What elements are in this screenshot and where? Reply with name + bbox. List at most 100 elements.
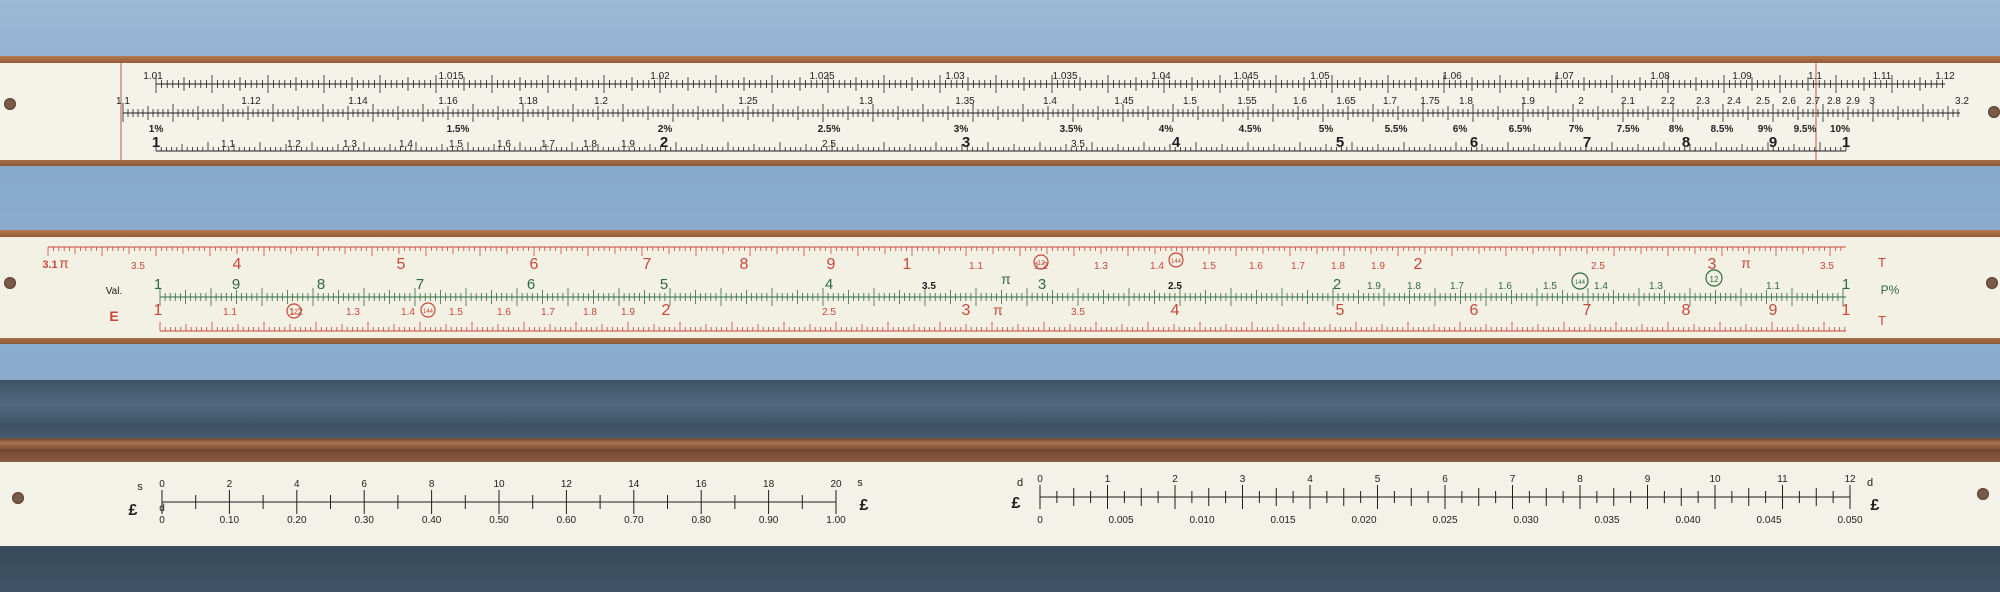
row-b-label: 1.9 [1367, 281, 1381, 292]
row-c-label: 1.3 [346, 307, 360, 318]
row-a-label: 1.035 [1052, 71, 1077, 82]
row-b-label: 1 [1842, 276, 1850, 293]
row-d-label: 3 [962, 134, 970, 151]
d-top-label: 8 [1577, 474, 1583, 485]
row-a-label: 2 [1414, 256, 1423, 273]
row-a-label: 6 [530, 256, 539, 273]
left-pound-label: £ [129, 502, 138, 519]
d-top-label: 7 [1510, 474, 1516, 485]
row-c-label: 1.1 [223, 307, 237, 318]
d-bottom-label: 0.045 [1756, 515, 1781, 526]
row-d-label: 1.8 [583, 139, 597, 150]
row-b-label: 2.9 [1846, 96, 1860, 107]
pi-symbol: π [59, 255, 69, 271]
d-bottom-label: 0.015 [1270, 515, 1295, 526]
row-c-label: 6.5% [1509, 124, 1532, 135]
row-a-label: 1.07 [1554, 71, 1574, 82]
row-d-label: 1.5 [449, 139, 463, 150]
s-bottom-right-label: £ [860, 497, 869, 514]
row-b-label: 1.6 [1498, 281, 1512, 292]
s-top-label: 18 [763, 479, 775, 490]
d-bottom-label: 0.025 [1432, 515, 1457, 526]
row-a-label: 2.5 [1591, 261, 1605, 272]
s-top-label: 8 [429, 479, 435, 490]
row-d-label: 7 [1583, 134, 1591, 151]
row-b-label: 2 [1578, 96, 1584, 107]
row-d-label: 2 [660, 134, 668, 151]
row-a-label: 3.5 [131, 261, 145, 272]
d-top-label: 9 [1645, 474, 1651, 485]
d-top-label: 12 [1844, 474, 1856, 485]
screw-hole-left-3 [12, 492, 24, 504]
row-c-label: 1.9 [621, 307, 635, 318]
d-bottom-label: 0.010 [1189, 515, 1214, 526]
row-b-label: 1.12 [241, 96, 261, 107]
s-bottom-label: 0.30 [354, 515, 374, 526]
d-top-label: 6 [1442, 474, 1448, 485]
s-top-label: 10 [493, 479, 505, 490]
row-b-label: 4 [825, 276, 833, 293]
d-top-label: 3 [1240, 474, 1246, 485]
d-top-label: 0 [1037, 474, 1043, 485]
row-d-label: 2.5 [822, 139, 836, 150]
circled-label: 144 [423, 309, 434, 315]
row-d-label: 1.6 [497, 139, 511, 150]
row-b-label: 3 [1038, 276, 1046, 293]
row-c-label: 1.4 [401, 307, 415, 318]
pi-symbol: π [1001, 271, 1011, 287]
row-b-label: 2.3 [1696, 96, 1710, 107]
circled-label: 12 [1037, 260, 1045, 267]
row-c-label: 2 [662, 302, 671, 319]
row-a-label: 7 [643, 256, 652, 273]
row-b-label: 3 [1869, 96, 1875, 107]
s-bottom-label: 0 [159, 515, 165, 526]
row-b-label: 1.8 [1459, 96, 1473, 107]
strip3-wood [0, 449, 2000, 462]
row-b-label: 1.3 [859, 96, 873, 107]
row-b-label: 3.5 [922, 281, 936, 292]
row-b-label: 8 [317, 276, 325, 293]
row-b-label: 2.6 [1782, 96, 1796, 107]
row-b-label: 1.5 [1183, 96, 1197, 107]
d-top-label: 5 [1375, 474, 1381, 485]
s-bottom-label: 0.80 [691, 515, 711, 526]
s-bottom-label: 0.20 [287, 515, 307, 526]
row-d-label: 1.4 [399, 139, 413, 150]
row-c-label: 7% [1569, 124, 1584, 135]
row-c-label: 5% [1319, 124, 1334, 135]
s-top-label: 4 [294, 479, 300, 490]
pi-symbol: π [993, 302, 1003, 318]
row-d-label: 6 [1470, 134, 1478, 151]
row-d-label: 4 [1172, 134, 1181, 151]
d-top-right-label: d [1867, 477, 1873, 489]
row-a-label: 1.1 [969, 261, 983, 272]
s-bottom-label: 0.90 [759, 515, 779, 526]
row-a-label: 1 [903, 256, 912, 273]
strip2-bottom-edge [0, 338, 2000, 344]
row-b-label: 1.7 [1383, 96, 1397, 107]
row-b-label: 1.14 [348, 96, 368, 107]
s-top-label: 14 [628, 479, 640, 490]
d-bottom-label: 0.050 [1837, 515, 1862, 526]
row-c-label: 8 [1682, 302, 1691, 319]
pi-symbol: π [1741, 255, 1751, 271]
strip2-scales: 3.1 π 3.5 4 5 6 7 8 9 1 1.1 1.2 1.3 1.4 1.5 1.6 1.7 1.8 1.… [42, 246, 1900, 332]
row-d-label: 1 [152, 134, 160, 151]
s-bottom-label: 0.70 [624, 515, 644, 526]
row-a-label: 1.045 [1233, 71, 1258, 82]
row-a-label: 1.08 [1650, 71, 1670, 82]
s-top-right-label: s [857, 477, 863, 489]
row-c-label: 4 [1171, 302, 1180, 319]
row-d-label: 1.1 [221, 139, 235, 150]
circled-label: 144 [1575, 280, 1586, 286]
row-c-label: 8.5% [1711, 124, 1734, 135]
row-b-label: 1.3 [1649, 281, 1663, 292]
s-top-label: 20 [830, 479, 842, 490]
row-c-label: 1 [154, 302, 163, 319]
row-d-label: 3.5 [1071, 139, 1085, 150]
right-p-label: P% [1881, 283, 1900, 297]
row-b-label: 1.25 [738, 96, 758, 107]
row-c-label: 7 [1583, 302, 1592, 319]
row-c-label: 3.5 [1071, 307, 1085, 318]
row-a-label: 3.5 [1820, 261, 1834, 272]
